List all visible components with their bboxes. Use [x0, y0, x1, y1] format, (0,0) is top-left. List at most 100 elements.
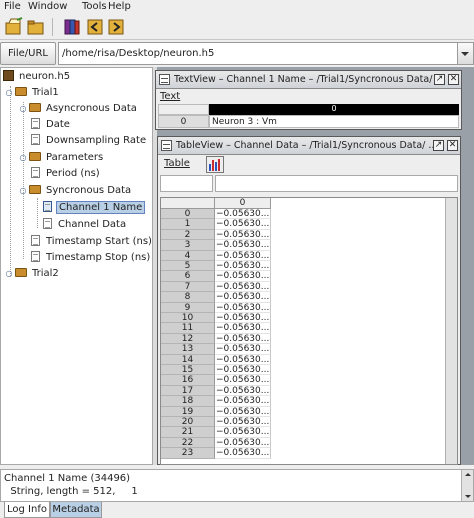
chart-icon[interactable] — [206, 156, 224, 173]
close-icon[interactable]: ✕ — [447, 140, 458, 151]
table-cell[interactable]: −0.05630... — [215, 448, 271, 459]
tab-metadata[interactable]: Metadata — [50, 502, 102, 518]
cell-reference-field[interactable] — [160, 175, 213, 192]
table-row-header[interactable]: 0 — [161, 209, 215, 220]
tree-item-trial2[interactable]: ○ Trial2 — [5, 266, 61, 282]
tree-item-timestamp-start[interactable]: Timestamp Start (ns) — [31, 234, 154, 250]
restore-icon[interactable]: ↗ — [434, 74, 445, 85]
table-cell[interactable]: −0.05630... — [215, 344, 271, 355]
table-cell[interactable]: −0.05630... — [215, 219, 271, 230]
table-row-header[interactable]: 16 — [161, 375, 215, 386]
table-cell[interactable]: −0.05630... — [215, 261, 271, 272]
table-cell[interactable]: −0.05630... — [215, 281, 271, 293]
table-cell[interactable]: −0.05630... — [215, 417, 271, 428]
table-row-header[interactable]: 2 — [161, 229, 215, 241]
textview-titlebar[interactable]: TextView – Channel 1 Name – /Trial1/Sync… — [156, 71, 461, 89]
expand-toggle-icon[interactable]: ○ — [5, 266, 13, 282]
tree-item-timestamp-stop[interactable]: Timestamp Stop (ns) — [31, 250, 152, 266]
table-cell[interactable]: −0.05630... — [215, 313, 271, 324]
textview-cell[interactable]: Neuron 3 : Vm — [209, 115, 459, 128]
table-row-header[interactable]: 8 — [161, 292, 215, 303]
expand-toggle-icon[interactable]: ○ — [19, 183, 27, 199]
restore-icon[interactable]: ↗ — [433, 140, 444, 151]
table-row-header[interactable]: 18 — [161, 396, 215, 407]
open-folder-icon[interactable] — [26, 17, 46, 37]
table-cell[interactable]: −0.05630... — [215, 354, 271, 365]
tree-item-trial1[interactable]: ○ Trial1 — [5, 85, 61, 101]
table-row-header[interactable]: 22 — [161, 437, 215, 449]
table-row-header[interactable]: 3 — [161, 240, 215, 251]
tree-item-asyncronous-data[interactable]: ○ Asyncronous Data — [19, 101, 139, 117]
table-vertical-scrollbar[interactable] — [445, 198, 457, 464]
tree-item-syncronous-data[interactable]: ○ Syncronous Data — [19, 183, 133, 199]
table-row-header[interactable]: 4 — [161, 250, 215, 261]
toolbar — [0, 14, 474, 40]
table-cell[interactable]: −0.05630... — [215, 302, 271, 313]
tableview-titlebar[interactable]: TableView – Channel Data – /Trial1/Syncr… — [158, 137, 460, 155]
table-cell[interactable]: −0.05630... — [215, 396, 271, 407]
table-cell[interactable]: −0.05630... — [215, 437, 271, 449]
textview-column-header[interactable]: 0 — [209, 104, 459, 115]
table-row-header[interactable]: 10 — [161, 313, 215, 324]
menu-table[interactable]: Table — [164, 158, 190, 169]
path-input[interactable]: /home/risa/Desktop/neuron.h5 — [58, 42, 458, 65]
close-icon[interactable]: ✕ — [448, 74, 459, 85]
table-cell[interactable]: −0.05630... — [215, 240, 271, 251]
table-row-header[interactable]: 20 — [161, 417, 215, 428]
file-url-button[interactable]: File/URL — [0, 42, 56, 65]
path-dropdown-button[interactable] — [458, 42, 474, 65]
tree-item-channel-data[interactable]: Channel Data — [43, 217, 128, 233]
table-cell[interactable]: −0.05630... — [215, 209, 271, 220]
table-row-header[interactable]: 21 — [161, 427, 215, 438]
table-cell[interactable]: −0.05630... — [215, 333, 271, 345]
table-row-header[interactable]: 6 — [161, 271, 215, 282]
table-row-header[interactable]: 14 — [161, 354, 215, 365]
table-cell[interactable]: −0.05630... — [215, 427, 271, 438]
table-row-header[interactable]: 12 — [161, 333, 215, 345]
menu-tools[interactable]: Tools — [82, 0, 107, 14]
textview-window: TextView – Channel 1 Name – /Trial1/Sync… — [155, 70, 462, 130]
menu-window[interactable]: Window — [28, 0, 67, 14]
tree-item-date[interactable]: Date — [31, 117, 72, 133]
open-file-icon[interactable] — [4, 17, 24, 37]
table-cell[interactable]: −0.05630... — [215, 385, 271, 397]
tree-item-period[interactable]: Period (ns) — [31, 166, 102, 182]
table-row-header[interactable]: 15 — [161, 365, 215, 376]
table-cell[interactable]: −0.05630... — [215, 229, 271, 241]
menu-file[interactable]: File — [4, 0, 21, 14]
table-row-header[interactable]: 7 — [161, 281, 215, 293]
table-cell[interactable]: −0.05630... — [215, 365, 271, 376]
books-icon[interactable] — [62, 17, 82, 37]
book-right-icon[interactable] — [106, 17, 126, 37]
expand-toggle-icon[interactable]: ○ — [5, 85, 13, 101]
table-row-header[interactable]: 11 — [161, 323, 215, 334]
table-row-header[interactable]: 19 — [161, 406, 215, 417]
folder-icon — [29, 185, 41, 194]
tree-item-channel-1-name[interactable]: Channel 1 Name — [43, 200, 146, 216]
table-row-header[interactable]: 5 — [161, 261, 215, 272]
expand-toggle-icon[interactable]: ○ — [19, 150, 27, 166]
expand-toggle-icon[interactable]: ○ — [19, 101, 27, 117]
table-cell[interactable]: −0.05630... — [215, 375, 271, 386]
table-cell[interactable]: −0.05630... — [215, 250, 271, 261]
table-column-header[interactable]: 0 — [215, 198, 271, 209]
table-row-header[interactable]: 9 — [161, 302, 215, 313]
table-cell[interactable]: −0.05630... — [215, 271, 271, 282]
tree-item-label: Period (ns) — [46, 168, 100, 179]
tree-item-parameters[interactable]: ○ Parameters — [19, 150, 105, 166]
cell-value-field[interactable] — [215, 175, 458, 192]
tab-log-info[interactable]: Log Info — [4, 502, 50, 518]
table-cell[interactable]: −0.05630... — [215, 323, 271, 334]
table-cell[interactable]: −0.05630... — [215, 406, 271, 417]
book-left-icon[interactable] — [85, 17, 105, 37]
menu-text[interactable]: Text — [160, 91, 180, 102]
table-row-header[interactable]: 17 — [161, 385, 215, 397]
table-row-header[interactable]: 23 — [161, 448, 215, 459]
info-scrollbar[interactable] — [461, 470, 473, 501]
table-row-header[interactable]: 13 — [161, 344, 215, 355]
tree-item-downsampling-rate[interactable]: Downsampling Rate — [31, 133, 148, 149]
table-row-header[interactable]: 1 — [161, 219, 215, 230]
table-cell[interactable]: −0.05630... — [215, 292, 271, 303]
tree-item-root[interactable]: neuron.h5 — [3, 69, 72, 85]
menu-help[interactable]: Help — [108, 0, 131, 14]
